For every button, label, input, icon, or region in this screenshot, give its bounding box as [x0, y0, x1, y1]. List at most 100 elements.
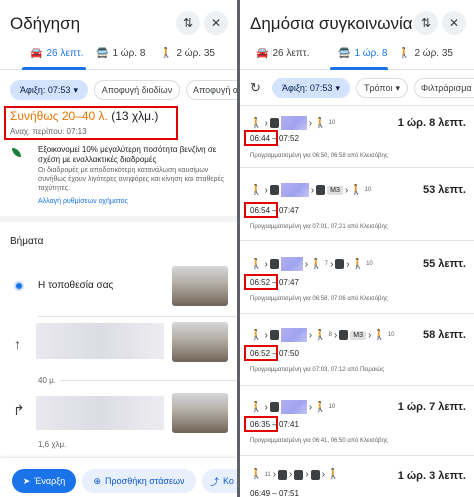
travel-mode-tabs: 🚘 26 λεπτ. 🚍 1 ώρ. 8 🚶 2 ώρ. 35	[240, 44, 474, 70]
metro-icon	[316, 185, 326, 195]
walk-icon: 🚶	[250, 469, 263, 480]
walk-minutes: 8	[328, 332, 332, 338]
add-stops-button[interactable]: ⊕ Προσθήκη στάσεων	[82, 469, 196, 493]
schedule-note: Προγραμματισμένη για 06:41, 06:50 από Κλ…	[250, 438, 388, 444]
route-duration: 55 λεπτ.	[422, 258, 466, 270]
close-icon: ✕	[448, 16, 460, 30]
arrival-time: 07:52	[278, 134, 299, 143]
route-summary[interactable]: Συνήθως 20–40 λ. (13 χλμ.)	[10, 109, 158, 123]
route-times: 06:35 – 07:41	[250, 420, 299, 429]
navigation-arrow-icon: ➤	[22, 475, 31, 486]
tab-transit[interactable]: 🚍 1 ώρ. 8	[96, 48, 145, 59]
modes-chip[interactable]: Τρόποι ▾	[356, 78, 408, 98]
time-separator: –	[272, 206, 279, 215]
driving-directions-panel: Οδήγηση ⇅ ✕ 🚘 26 λεπτ. 🚍 1 ώρ. 8 🚶 2 ώρ.…	[0, 0, 237, 497]
sliders-icon: ⇅	[420, 16, 432, 30]
step-distance: 1,6 χλμ.	[38, 440, 67, 449]
close-button[interactable]: ✕	[204, 11, 228, 35]
dropdown-arrow-icon: ▾	[335, 82, 340, 93]
walk-icon: 🚶	[250, 401, 263, 413]
divider	[240, 455, 474, 456]
leaf-icon	[12, 148, 21, 157]
line-number-redacted	[280, 328, 307, 342]
chevron-right-icon: ›	[305, 469, 309, 480]
tab-walking[interactable]: 🚶 2 ώρ. 35	[160, 48, 215, 59]
walk-minutes: 10	[328, 404, 336, 410]
chip-label: Τρόποι	[363, 83, 393, 93]
tab-label: 1 ώρ. 8	[354, 48, 388, 59]
sliders-icon: ⇅	[182, 16, 194, 30]
page-title: Οδήγηση	[10, 14, 81, 33]
options-button[interactable]: ⇅	[176, 11, 200, 35]
metro-icon	[339, 330, 349, 340]
chip-label: Αποφυγή διοδίων	[101, 85, 173, 95]
turn-right-icon: ↱	[13, 402, 25, 418]
bus-icon	[269, 118, 279, 128]
step-distance: 40 μ.	[38, 376, 56, 385]
route-steps: 🚶 › › M3 › 🚶 10	[250, 183, 371, 197]
departure-time: 06:35	[250, 420, 271, 429]
walk-icon: 🚶	[310, 258, 323, 270]
tab-label: 2 ώρ. 35	[414, 48, 453, 59]
tab-walking[interactable]: 🚶 2 ώρ. 35	[398, 48, 453, 59]
bus-icon	[310, 469, 320, 480]
walk-icon: 🚶	[250, 184, 263, 196]
tab-transit[interactable]: 🚍 1 ώρ. 8	[338, 48, 387, 59]
avoid-tolls-chip[interactable]: Αποφυγή διοδίων	[94, 80, 180, 100]
avoid-chip[interactable]: Αποφυγή α	[186, 80, 237, 100]
bus-icon	[278, 469, 288, 480]
departure-time: 06:52	[250, 278, 271, 287]
chip-label: Άφιξη: 07:53	[20, 85, 71, 95]
chevron-right-icon: ›	[310, 184, 315, 196]
street-view-image[interactable]	[172, 322, 228, 362]
departure-time: 06:54	[250, 206, 271, 215]
driving-header: Οδήγηση ⇅ ✕	[0, 0, 237, 46]
chevron-right-icon: ›	[264, 329, 268, 341]
divider	[60, 380, 237, 381]
route-steps: 🚶 › › 🚶 10	[250, 116, 335, 130]
street-view-image[interactable]	[172, 266, 228, 306]
start-navigation-button[interactable]: ➤ Έναρξη	[12, 469, 76, 493]
tab-driving[interactable]: 🚘 26 λεπτ.	[30, 48, 83, 59]
refresh-icon[interactable]: ↻	[250, 80, 261, 96]
page-title: Δημόσια συγκοινωνία	[250, 14, 413, 33]
walk-icon: 🚶	[314, 117, 327, 129]
bus-icon	[269, 185, 279, 195]
chevron-right-icon: ›	[272, 469, 277, 480]
chevron-right-icon: ›	[264, 117, 268, 129]
close-button[interactable]: ✕	[442, 11, 466, 35]
chevron-right-icon: ›	[308, 401, 313, 413]
route-steps: 🚶 › › 🚶 10	[250, 400, 335, 414]
route-steps: 🚶 › › 🚶 7 › › 🚶 10	[250, 257, 373, 271]
share-button[interactable]: ⤴ Κο	[202, 469, 237, 493]
bus-icon	[269, 330, 279, 340]
arrival-time-chip[interactable]: Άφιξη: 07:53 ▾	[272, 78, 350, 98]
walk-icon: 🚶	[327, 469, 340, 480]
route-steps: 🚶 11 › › › › 🚶	[250, 469, 340, 480]
tab-label: 26 λεπτ.	[46, 48, 84, 59]
active-tab-indicator	[22, 67, 86, 70]
dropdown-arrow-icon: ▾	[395, 82, 401, 93]
step-instruction-redacted	[36, 323, 164, 359]
arrival-time-chip[interactable]: Άφιξη: 07:53 ▾	[10, 80, 88, 100]
tab-driving[interactable]: 🚘 26 λεπτ.	[256, 48, 309, 59]
street-view-image[interactable]	[172, 393, 228, 433]
button-label: Κο	[223, 476, 234, 486]
chevron-right-icon: ›	[346, 258, 350, 270]
options-button[interactable]: ⇅	[414, 11, 438, 35]
line-number-redacted	[280, 183, 309, 197]
chevron-right-icon: ›	[264, 184, 268, 196]
walk-icon: 🚶	[250, 117, 263, 129]
divider	[240, 105, 474, 106]
route-duration: 53 λεπτ.	[422, 184, 466, 196]
car-icon: 🚘	[256, 48, 269, 59]
line-number-redacted	[280, 257, 303, 271]
travel-mode-tabs: 🚘 26 λεπτ. 🚍 1 ώρ. 8 🚶 2 ώρ. 35	[0, 44, 237, 70]
walk-icon: 🚶	[373, 329, 386, 341]
vehicle-settings-link[interactable]: Αλλαγή ρυθμίσεων οχήματος	[38, 198, 128, 205]
line-number-redacted	[280, 400, 307, 414]
filter-chip[interactable]: Φιλτράρισμα	[414, 78, 474, 98]
chip-label: Φιλτράρισμα	[421, 83, 472, 93]
departure-time: 06:44	[250, 134, 271, 143]
dropdown-arrow-icon: ▾	[73, 84, 78, 95]
